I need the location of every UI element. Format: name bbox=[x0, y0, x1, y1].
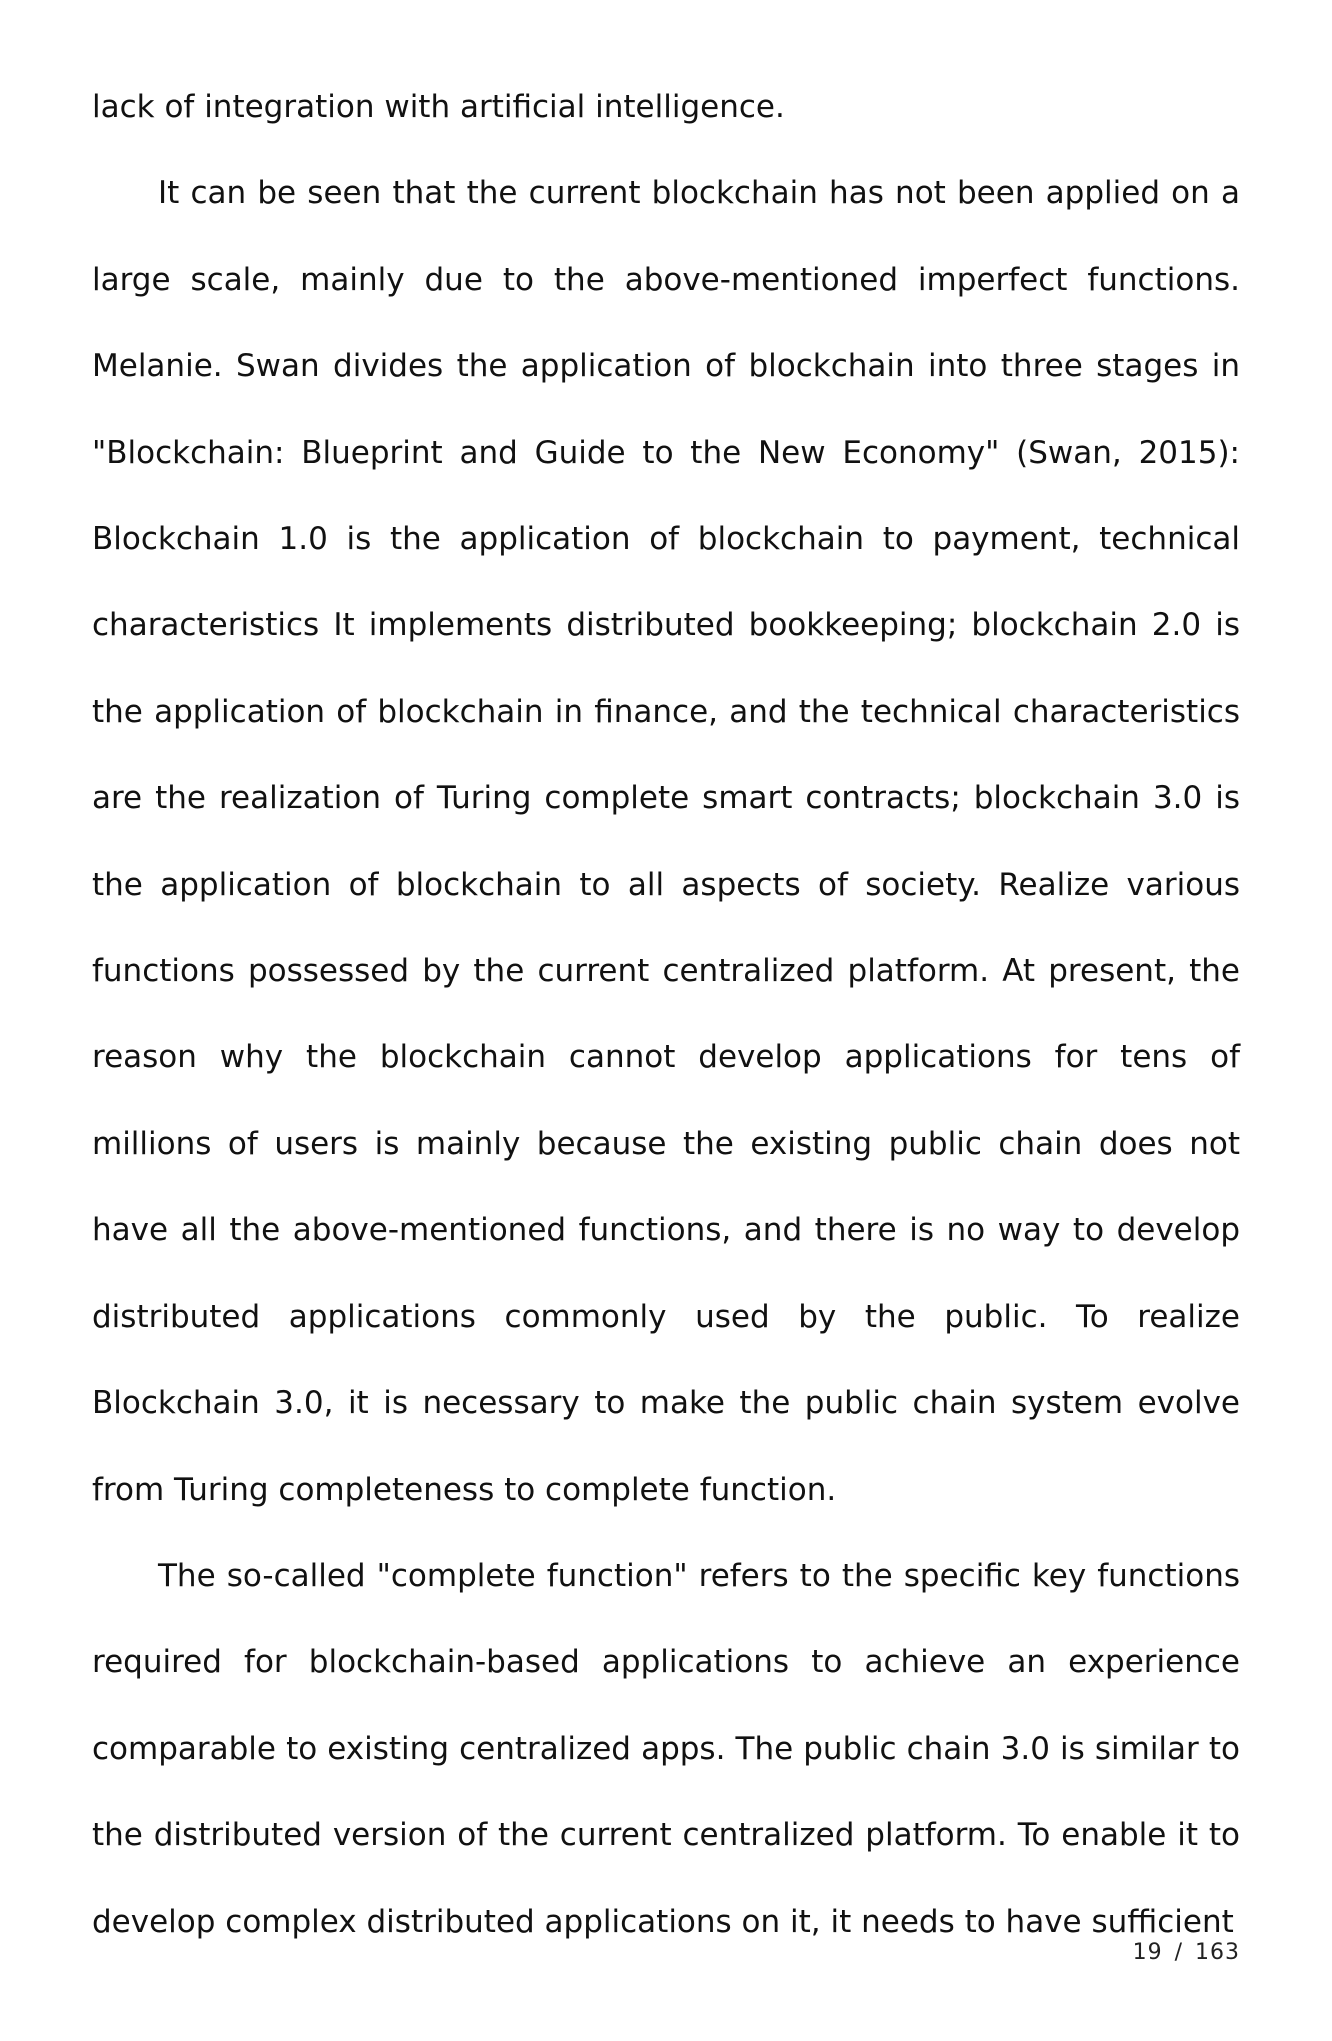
paragraph-blockchain-stages: It can be seen that the current blockcha… bbox=[92, 175, 1240, 1508]
page-separator: / bbox=[1174, 1940, 1183, 1965]
total-page-count: 163 bbox=[1195, 1940, 1240, 1965]
paragraph-continuation: lack of integration with artificial inte… bbox=[92, 89, 785, 125]
paragraph-complete-function: The so-called "complete function" refers… bbox=[92, 1557, 1240, 1940]
current-page-number: 19 bbox=[1132, 1940, 1163, 1965]
page-number: 19 / 163 bbox=[1133, 1940, 1240, 1965]
document-page: lack of integration with artificial inte… bbox=[92, 64, 1240, 1965]
